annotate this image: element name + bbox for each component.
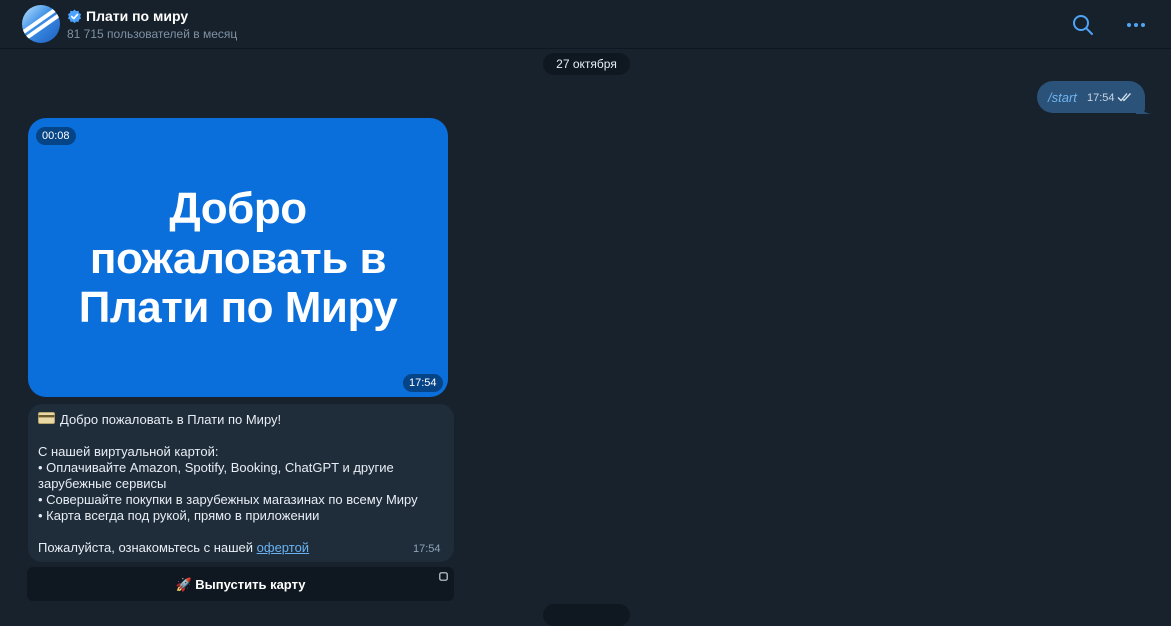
footer-text: Пожалуйста, ознакомьтесь с нашей	[38, 540, 257, 555]
video-headline-line: пожаловать в	[89, 234, 387, 283]
message-intro: С нашей виртуальной картой:	[38, 444, 219, 459]
chat-title[interactable]: Плати по миру	[86, 8, 188, 24]
message-bullet: • Оплачивайте Amazon, Spotify, Booking, …	[38, 460, 394, 475]
video-headline-line: Добро	[169, 184, 307, 233]
chat-header: Плати по миру 81 715 пользователей в мес…	[0, 0, 1171, 49]
date-separator	[543, 604, 630, 626]
chat-subtitle: 81 715 пользователей в месяц	[67, 27, 238, 41]
message-footer: Пожалуйста, ознакомьтесь с нашей офертой	[38, 540, 309, 555]
more-icon[interactable]	[1124, 13, 1148, 37]
video-headline-line: Плати по Миру	[78, 283, 398, 332]
issue-card-label: 🚀 Выпустить карту	[175, 577, 306, 592]
video-time: 17:54	[403, 374, 443, 392]
welcome-video[interactable]: 00:08 Добро пожаловать в Плати по Миру 1…	[28, 118, 448, 397]
message-time: 17:54	[413, 543, 441, 555]
offer-link[interactable]: офертой	[257, 540, 309, 555]
message-greeting: Добро пожаловать в Плати по Миру!	[60, 412, 282, 427]
avatar[interactable]	[22, 5, 60, 43]
message-bullet: зарубежные сервисы	[38, 476, 167, 491]
message-bullet: • Совершайте покупки в зарубежных магази…	[38, 492, 418, 507]
date-separator: 27 октября	[543, 53, 630, 75]
message-bullet: • Карта всегда под рукой, прямо в прилож…	[38, 508, 320, 523]
bubble-tail	[1136, 104, 1152, 114]
verified-badge-icon	[67, 9, 82, 24]
search-icon[interactable]	[1071, 13, 1095, 37]
message-time: 17:54	[1087, 92, 1115, 104]
bot-message: Добро пожаловать в Плати по Миру! С наше…	[28, 404, 454, 562]
inline-button-corner-icon	[439, 572, 448, 581]
outgoing-message: /start 17:54	[1037, 81, 1145, 113]
read-check-icon	[1117, 93, 1131, 102]
video-duration: 00:08	[36, 127, 76, 145]
card-icon	[38, 412, 55, 424]
command-text[interactable]: /start	[1048, 90, 1077, 105]
issue-card-button[interactable]: 🚀 Выпустить карту	[27, 567, 454, 601]
